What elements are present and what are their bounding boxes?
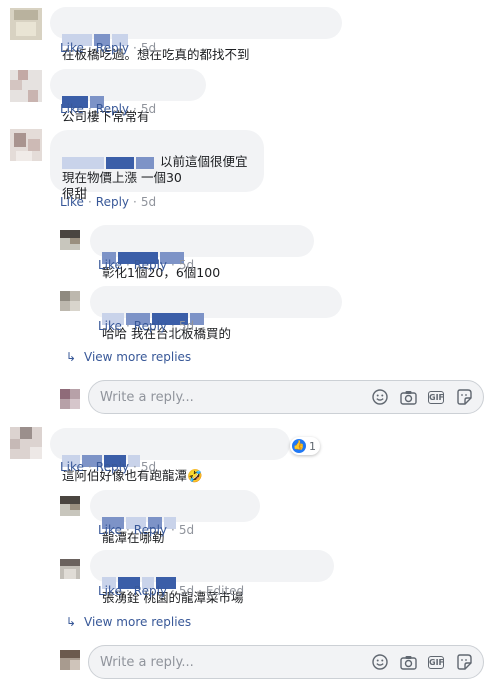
like-reaction-icon: 👍 <box>292 439 306 453</box>
like-link[interactable]: Like <box>98 584 122 598</box>
write-reply-input[interactable]: Write a reply... GIF <box>88 380 484 414</box>
timestamp[interactable]: 5d <box>141 195 156 209</box>
avatar[interactable] <box>60 496 80 516</box>
reply-arrow-icon: ↳ <box>66 615 77 629</box>
like-link[interactable]: Like <box>60 41 84 55</box>
reply-link[interactable]: Reply <box>134 584 167 598</box>
timestamp[interactable]: 5d <box>141 102 156 116</box>
timestamp[interactable]: 5d <box>179 258 194 272</box>
comment-bubble: 以前這個很便宜 現在物價上漲 一個30 很甜 <box>50 130 264 201</box>
reply-bubble: 龍潭在哪勒 <box>90 490 260 545</box>
timestamp[interactable]: 5d <box>179 319 194 333</box>
reply-arrow-icon: ↳ <box>66 350 77 364</box>
reply-link[interactable]: Reply <box>134 258 167 272</box>
like-link[interactable]: Like <box>60 460 84 474</box>
write-reply-input[interactable]: Write a reply... GIF <box>88 645 484 679</box>
timestamp[interactable]: 5d <box>179 523 194 537</box>
reply-link[interactable]: Reply <box>96 460 129 474</box>
reply-bubble: 彰化1個20，6個100 <box>90 225 314 280</box>
reply-link[interactable]: Reply <box>96 41 129 55</box>
timestamp[interactable]: 5d <box>179 584 194 598</box>
like-link[interactable]: Like <box>60 102 84 116</box>
comment-bubble: 公司樓下常常有 <box>50 69 206 124</box>
view-more-label: View more replies <box>84 350 192 364</box>
avatar[interactable] <box>10 70 42 102</box>
camera-icon[interactable] <box>399 388 417 406</box>
avatar[interactable] <box>60 291 80 311</box>
reply-actions: Like · Reply · 5d <box>98 258 195 272</box>
reply-bubble: 張湧銓 桃園的龍潭菜市場 <box>90 550 334 605</box>
reply-actions: Like · Reply · 5d <box>98 523 195 537</box>
reply-bubble: 哈哈 我在台北板橋買的 <box>90 286 342 341</box>
view-more-replies[interactable]: ↳ View more replies <box>66 615 191 629</box>
write-reply-placeholder: Write a reply... <box>100 655 194 670</box>
timestamp[interactable]: 5d <box>141 460 156 474</box>
gif-icon[interactable]: GIF <box>427 653 445 671</box>
avatar[interactable] <box>60 559 80 579</box>
comment-actions: Like · Reply · 5d <box>60 41 157 55</box>
comment-actions: Like · Reply · 5d <box>60 460 157 474</box>
view-more-replies[interactable]: ↳ View more replies <box>66 350 191 364</box>
reaction-count[interactable]: 👍 1 <box>290 437 320 455</box>
comment-actions: Like · Reply · 5d <box>60 102 157 116</box>
timestamp[interactable]: 5d <box>141 41 156 55</box>
comment-bubble: 在板橋吃過。想在吃真的都找不到 <box>50 7 342 62</box>
like-link[interactable]: Like <box>98 258 122 272</box>
reply-link[interactable]: Reply <box>134 523 167 537</box>
smiley-icon[interactable] <box>371 653 389 671</box>
reply-link[interactable]: Reply <box>96 102 129 116</box>
commenter-name[interactable] <box>62 156 104 169</box>
avatar[interactable] <box>10 427 42 459</box>
reply-link[interactable]: Reply <box>134 319 167 333</box>
avatar[interactable] <box>10 8 42 40</box>
like-link[interactable]: Like <box>60 195 84 209</box>
avatar <box>60 650 80 670</box>
comment-bubble: 這阿伯好像也有跑龍潭🤣 <box>50 428 290 483</box>
reply-link[interactable]: Reply <box>96 195 129 209</box>
gif-icon[interactable]: GIF <box>427 388 445 406</box>
avatar[interactable] <box>10 129 42 161</box>
smiley-icon[interactable] <box>371 388 389 406</box>
reply-actions: Like · Reply · 5d <box>98 319 195 333</box>
avatar <box>60 389 80 409</box>
avatar[interactable] <box>60 230 80 250</box>
camera-icon[interactable] <box>399 653 417 671</box>
sticker-icon[interactable] <box>455 653 473 671</box>
view-more-label: View more replies <box>84 615 192 629</box>
sticker-icon[interactable] <box>455 388 473 406</box>
edited-label[interactable]: Edited <box>206 584 244 598</box>
like-link[interactable]: Like <box>98 319 122 333</box>
comment-actions: Like · Reply · 5d <box>60 195 157 209</box>
like-link[interactable]: Like <box>98 523 122 537</box>
write-reply-placeholder: Write a reply... <box>100 390 194 405</box>
reply-actions: Like · Reply · 5d · Edited <box>98 584 245 598</box>
